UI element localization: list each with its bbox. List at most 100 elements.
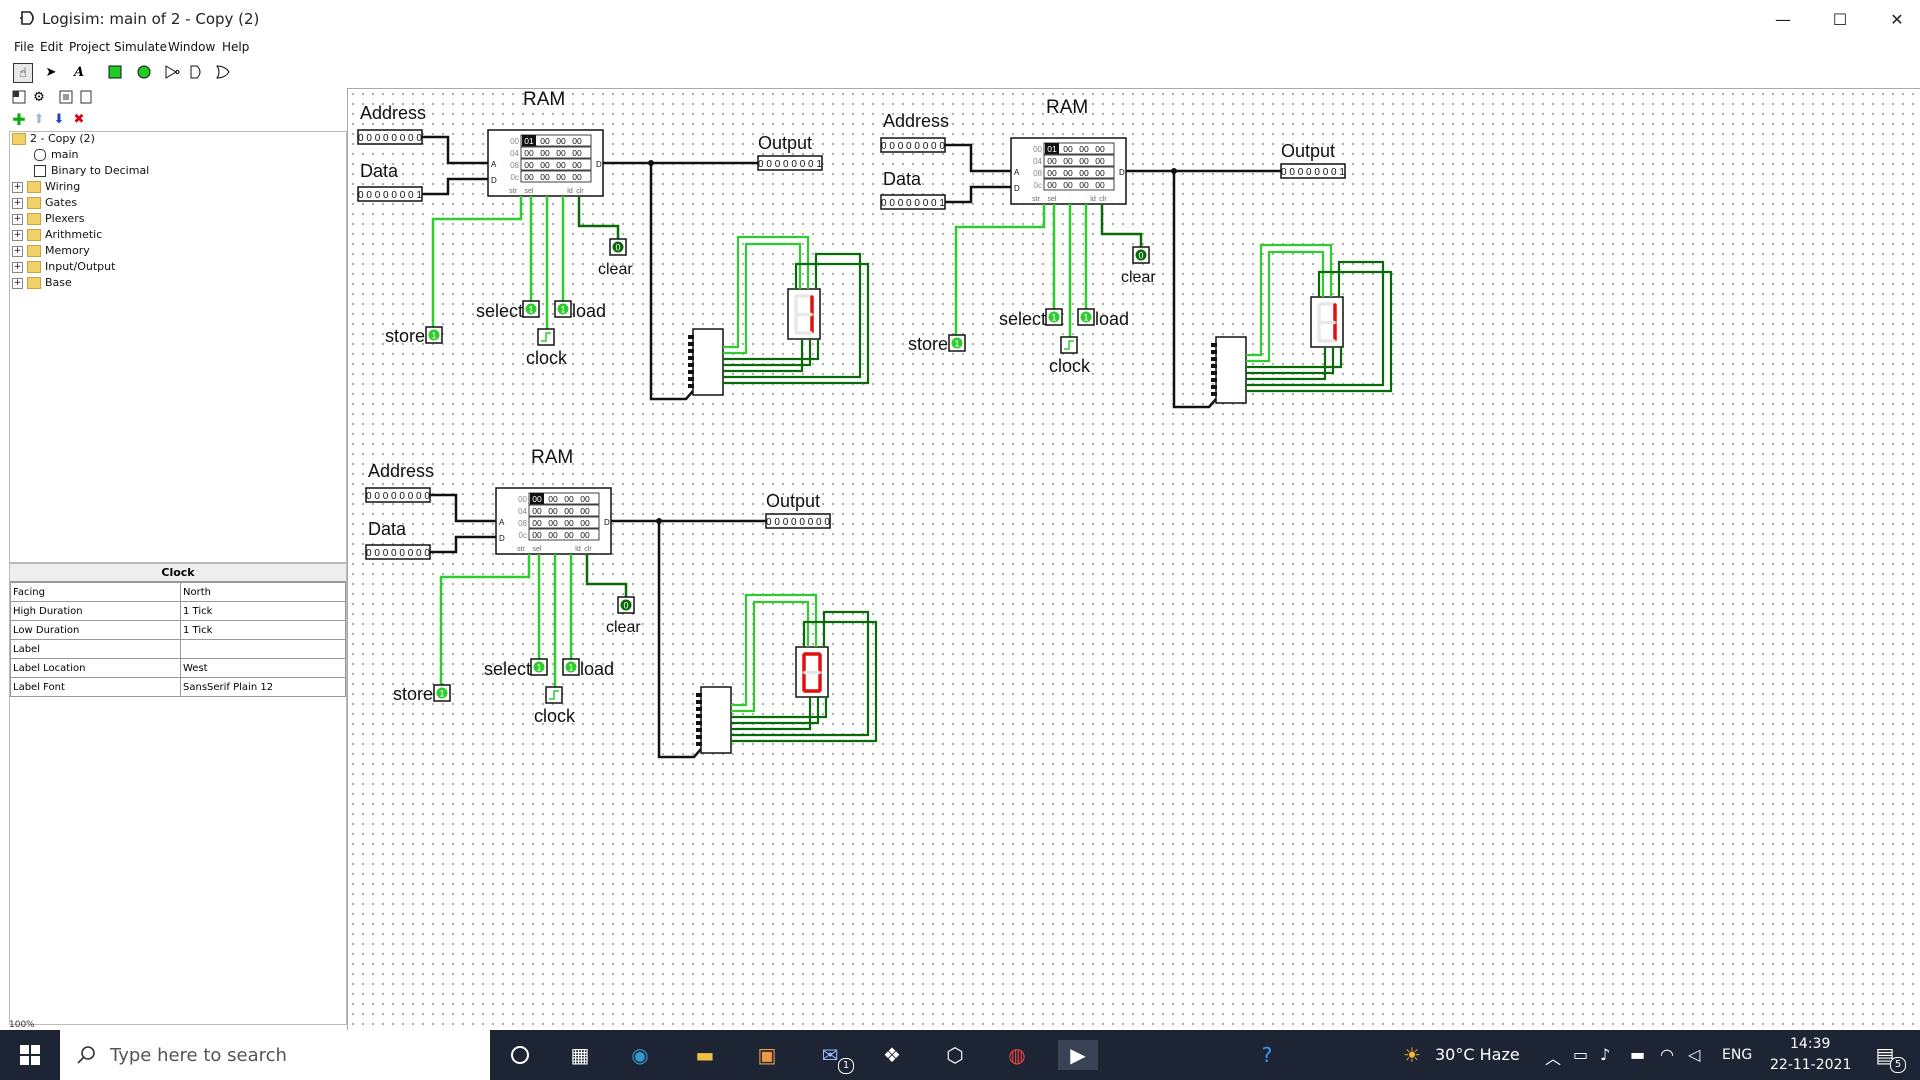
app-circle-icon[interactable]: ⬡ [940, 1040, 970, 1070]
expand-icon[interactable]: + [12, 277, 23, 289]
menu-simulate[interactable]: Simulate [114, 40, 167, 54]
tree-item-arithmetic[interactable]: + Arithmetic [12, 228, 102, 242]
tree-root[interactable]: 2 - Copy (2) [12, 132, 95, 146]
battery-icon[interactable]: ▬ [1630, 1045, 1645, 1064]
not-gate-icon[interactable] [163, 63, 181, 81]
circuit-2-decoder-input [1211, 357, 1217, 361]
clock-date[interactable]: 22-11-2021 [1770, 1057, 1851, 1073]
close-button[interactable]: ✕ [1877, 6, 1917, 34]
circuit-2-clear-wire [1100, 204, 1143, 247]
clock-time[interactable]: 14:39 [1790, 1036, 1830, 1052]
mic-icon[interactable]: ♪ [1600, 1045, 1610, 1064]
maximize-button[interactable]: ☐ [1820, 6, 1860, 34]
chrome-icon[interactable]: ◍ [1002, 1040, 1032, 1070]
poke-tool-icon[interactable]: ☝ [13, 63, 33, 83]
circuit-drawing[interactable]: Address Data RAM Output 0 0 0 0 0 0 0 0 0 0 0… [348, 89, 1920, 1031]
property-row[interactable]: Label Location West [10, 658, 346, 678]
zoom-level[interactable]: 100% [9, 1020, 35, 1030]
circuit-3-mem-addr: 0c [519, 531, 527, 540]
circuit-2-decoder-input [1211, 378, 1217, 382]
minimize-button[interactable]: — [1763, 6, 1803, 34]
tree-item-input-output[interactable]: + Input/Output [12, 260, 115, 274]
and-gate-icon[interactable] [188, 63, 206, 81]
circuit-3-mem-addr: 04 [518, 507, 527, 516]
windows-start-icon[interactable] [15, 1040, 45, 1070]
property-value[interactable] [180, 639, 346, 659]
property-key: High Duration [10, 601, 181, 621]
circuit-1-address-wire [422, 135, 488, 165]
move-up-icon[interactable]: ⬆ [30, 110, 48, 128]
store-icon[interactable]: ▣ [752, 1040, 782, 1070]
move-down-icon[interactable]: ⬇ [50, 110, 68, 128]
property-row[interactable]: Low Duration 1 Tick [10, 620, 346, 640]
input-pin-icon[interactable] [106, 63, 124, 81]
menu-file[interactable]: File [14, 40, 34, 54]
tree-item-wiring[interactable]: + Wiring [12, 180, 80, 194]
edit-layout-icon[interactable] [57, 88, 75, 106]
output-pin-icon[interactable] [135, 63, 153, 81]
menu-help[interactable]: Help [222, 40, 249, 54]
properties-table: Facing North High Duration 1 Tick Low Dura… [10, 582, 346, 697]
expand-icon[interactable]: + [12, 213, 23, 225]
property-row[interactable]: High Duration 1 Tick [10, 601, 346, 621]
task-view-icon[interactable]: ▦ [565, 1040, 595, 1070]
show-toolbox-icon[interactable] [10, 88, 28, 106]
property-value[interactable]: North [180, 582, 346, 602]
show-simulation-icon[interactable]: ⚙ [30, 88, 48, 106]
expand-icon[interactable]: + [12, 181, 23, 193]
circuit-1-display-bus [649, 163, 694, 401]
circuit-3-decoder-input [696, 728, 702, 732]
tree-item-plexers[interactable]: + Plexers [12, 212, 84, 226]
property-value[interactable]: 1 Tick [180, 620, 346, 640]
taskbar-search-box[interactable]: Type here to search [60, 1030, 490, 1080]
dropbox-icon[interactable]: ❖ [877, 1040, 907, 1070]
task-view-circle-icon[interactable] [505, 1040, 535, 1070]
language-indicator[interactable]: ENG [1722, 1047, 1752, 1063]
volume-icon[interactable]: ◁ [1688, 1045, 1700, 1064]
circuit-3-ram-pin-clr: clr [584, 546, 592, 553]
tree-item-binary-to-decimal[interactable]: Binary to Decimal [34, 164, 149, 178]
property-row[interactable]: Label [10, 639, 346, 659]
select-tool-icon[interactable]: ➤ [42, 63, 60, 81]
circuit-2-mem-addr: 08 [1033, 169, 1042, 178]
circuit-1-mem-cell: 00 [556, 160, 566, 170]
circuit-3-address-wire [430, 493, 496, 523]
tree-item-memory[interactable]: + Memory [12, 244, 90, 258]
edge-browser-icon[interactable]: ◉ [625, 1040, 655, 1070]
weather-text[interactable]: 30°C Haze [1435, 1045, 1520, 1064]
menu-bar: File Edit Project Simulate Window Help [0, 40, 1920, 58]
logisim-taskbar-icon[interactable]: ▶ [1058, 1040, 1098, 1070]
tree-item-main[interactable]: main [34, 148, 78, 162]
help-icon[interactable]: ? [1252, 1040, 1282, 1070]
property-row[interactable]: Facing North [10, 582, 346, 602]
expand-icon[interactable]: + [12, 261, 23, 273]
menu-edit[interactable]: Edit [40, 40, 63, 54]
circuit-2-clock-label: clock [1049, 356, 1091, 376]
delete-circuit-icon[interactable]: ✖ [70, 110, 88, 128]
tree-item-gates[interactable]: + Gates [12, 196, 77, 210]
circuit-canvas[interactable]: Address Data RAM Output 0 0 0 0 0 0 0 0 0 0 0… [347, 88, 1920, 1031]
expand-icon[interactable]: + [12, 229, 23, 241]
menu-project[interactable]: Project [69, 40, 110, 54]
circuit-1-mem-cell: 00 [572, 136, 582, 146]
property-row[interactable]: Label Font SansSerif Plain 12 [10, 677, 346, 697]
wifi-icon[interactable]: ◠ [1660, 1045, 1674, 1064]
circuit-3-load-label: load [580, 659, 614, 679]
circuit-2-address-wire [945, 143, 1011, 173]
or-gate-icon[interactable] [214, 63, 232, 81]
file-explorer-icon[interactable]: ▬ [690, 1040, 720, 1070]
expand-icon[interactable]: + [12, 245, 23, 257]
tray-chevron-icon[interactable]: ︿ [1545, 1045, 1561, 1069]
property-value[interactable]: 1 Tick [180, 601, 346, 621]
edit-appearance-icon[interactable] [77, 88, 95, 106]
text-tool-icon[interactable]: A [70, 63, 88, 81]
circuit-1-ram-pin-a: A [491, 160, 497, 169]
property-value[interactable]: SansSerif Plain 12 [180, 677, 346, 697]
tree-item-base[interactable]: + Base [12, 276, 72, 290]
menu-window[interactable]: Window [168, 40, 215, 54]
add-circuit-icon[interactable]: ✚ [10, 110, 28, 129]
expand-icon[interactable]: + [12, 197, 23, 209]
meet-icon[interactable]: ▭ [1573, 1045, 1588, 1064]
circuit-icon [34, 149, 46, 161]
property-value[interactable]: West [180, 658, 346, 678]
